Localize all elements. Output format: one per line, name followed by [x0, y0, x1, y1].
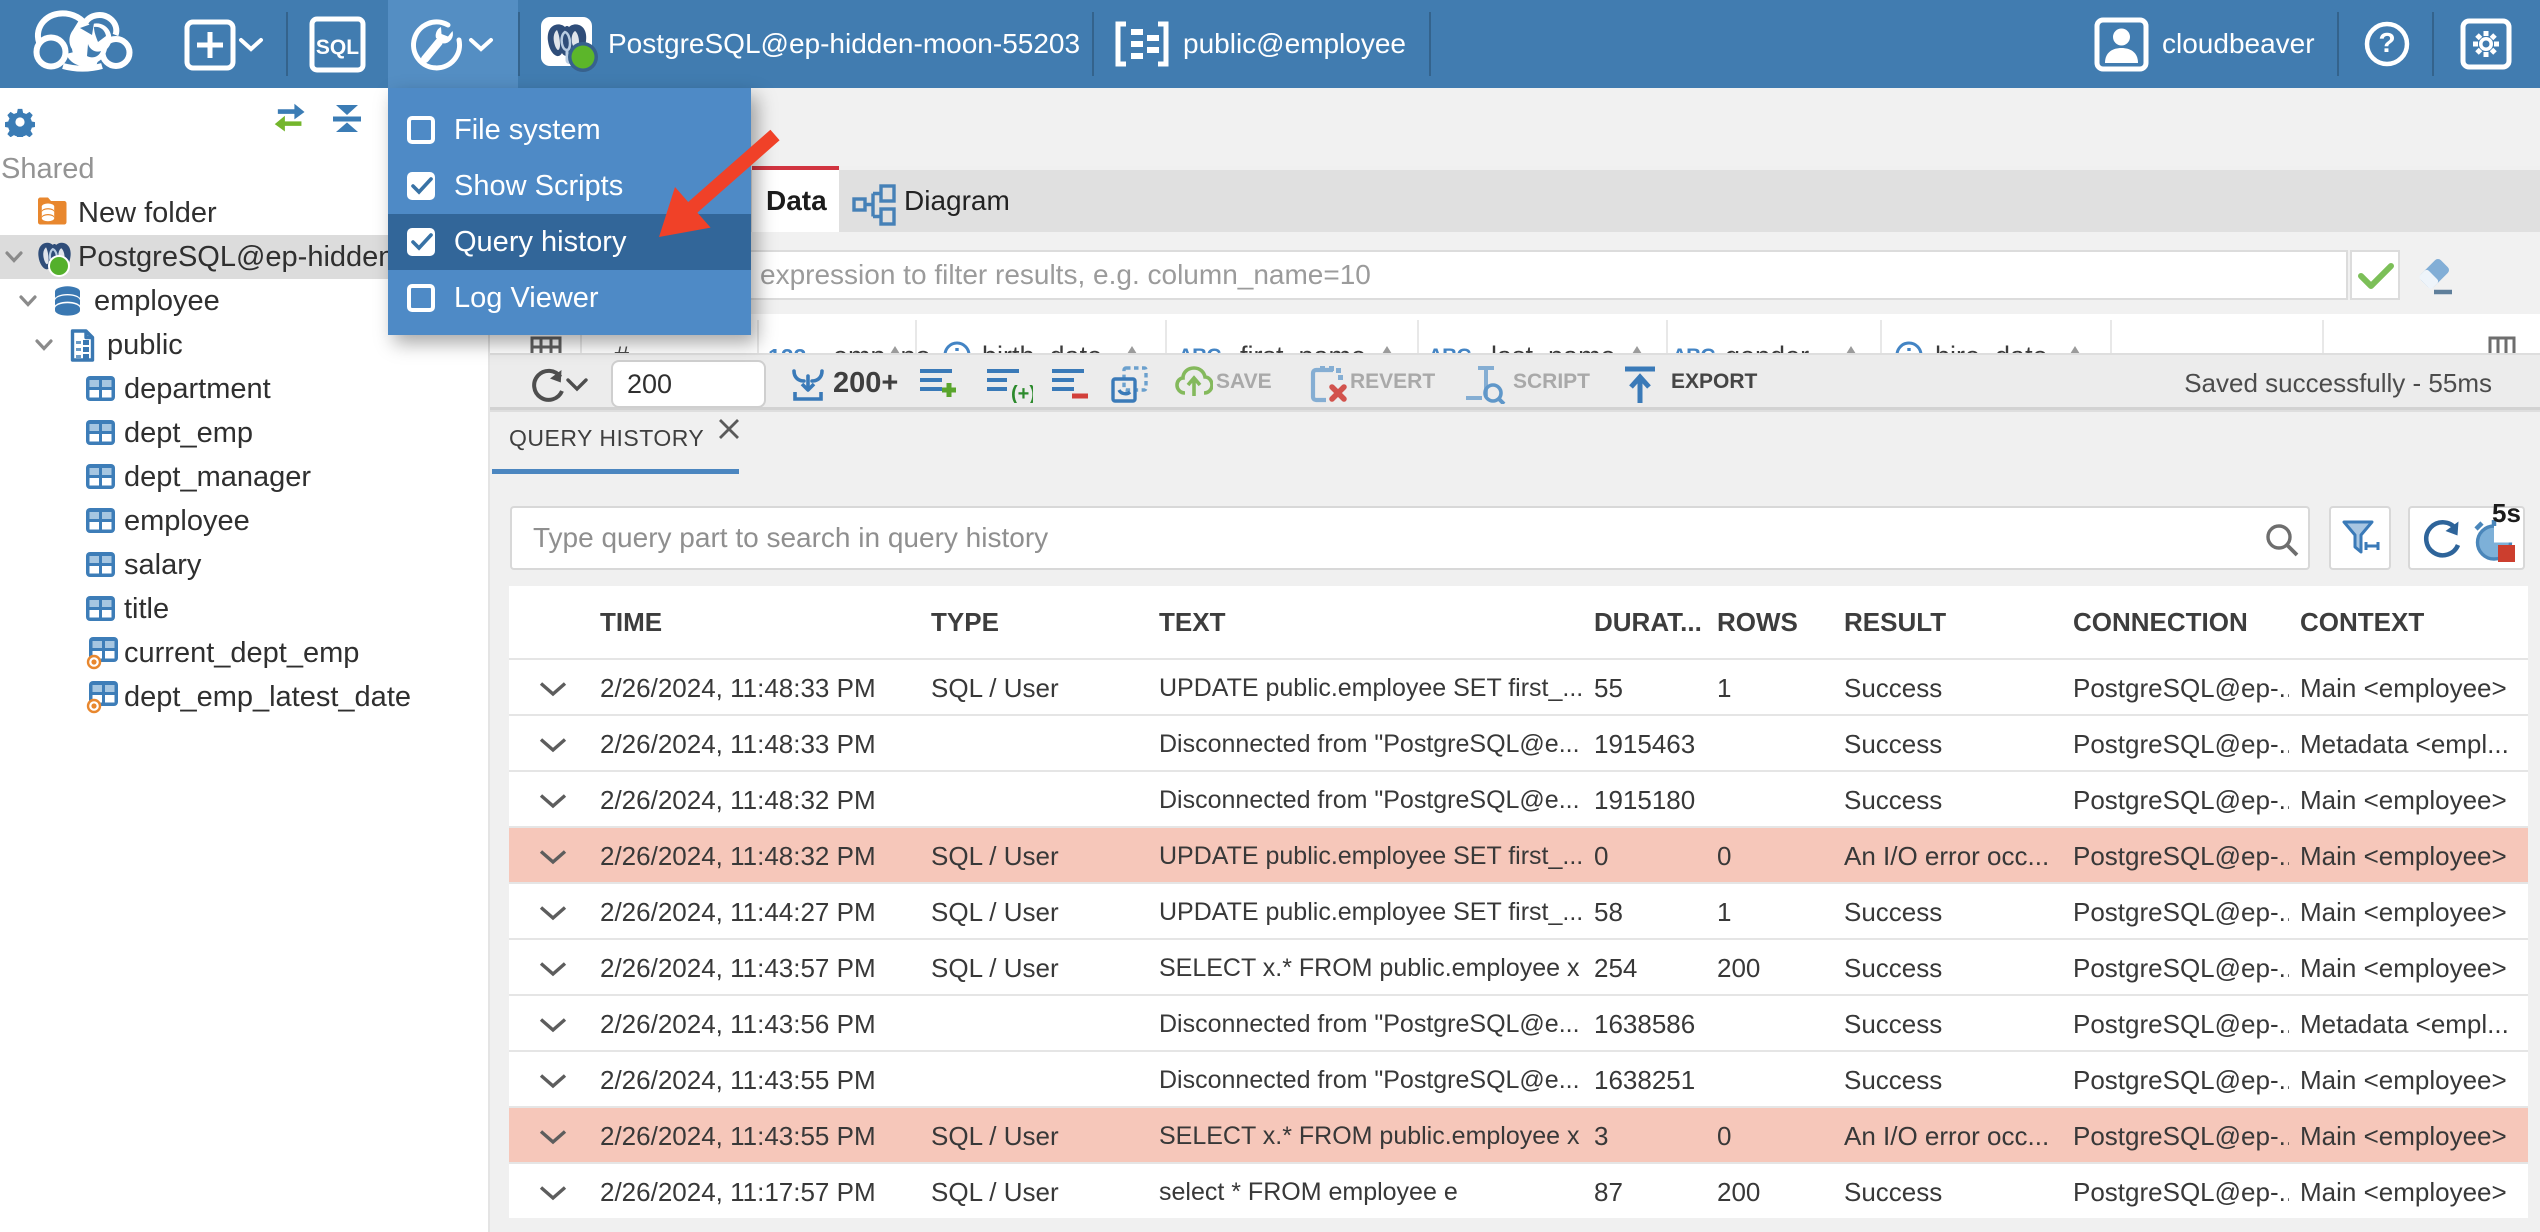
svg-text:(+): (+): [1011, 383, 1033, 403]
svg-text:SQL: SQL: [316, 36, 359, 59]
svg-text:?: ?: [2378, 27, 2395, 58]
